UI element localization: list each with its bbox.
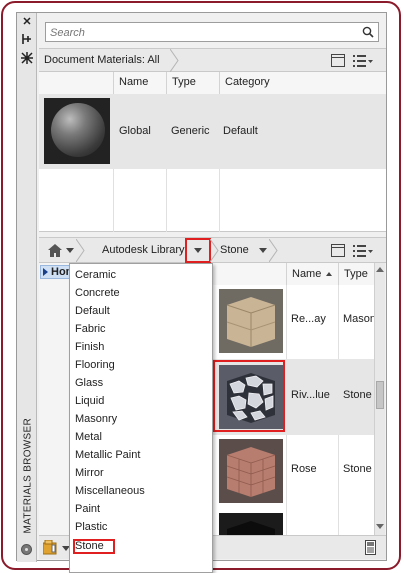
table-row[interactable]: Global Generic Default <box>39 94 386 169</box>
library-scrollbar[interactable] <box>374 263 385 535</box>
menu-item-miscellaneous[interactable]: Miscellaneous <box>75 482 145 500</box>
list-options-icon[interactable] <box>353 54 373 68</box>
menu-item-concrete[interactable]: Concrete <box>75 284 120 302</box>
crumb-separator-icon <box>269 239 278 262</box>
library-dropdown-icon[interactable] <box>194 248 202 253</box>
settings-icon[interactable] <box>21 544 32 555</box>
material-swatch-river-stone <box>219 365 283 429</box>
material-swatch-tan-block <box>219 289 283 353</box>
menu-item-metallic-paint[interactable]: Metallic Paint <box>75 446 140 464</box>
material-swatch-rose-brick <box>219 439 283 503</box>
breadcrumb-autodesk-library[interactable]: Autodesk Library <box>102 244 185 256</box>
table-row-selected[interactable]: Riv...lue Stone <box>210 359 374 435</box>
menu-item-masonry[interactable]: Masonry <box>75 410 117 428</box>
menu-item-paint[interactable]: Paint <box>75 500 100 518</box>
library-materials-table: Name Type Re...ay Mason Riv...lue Stone … <box>210 263 374 535</box>
document-materials-table: Name Type Category Global Generic Defaul… <box>39 72 386 232</box>
stone-dropdown-icon[interactable] <box>259 248 267 253</box>
document-breadcrumb[interactable]: Document Materials: All <box>44 54 160 66</box>
close-icon[interactable]: ✕ <box>20 15 34 29</box>
material-type: Stone <box>343 463 372 475</box>
palette-title: MATERIALS BROWSER <box>22 418 34 534</box>
search-icon[interactable] <box>362 26 374 38</box>
table-row[interactable]: Rose Stone <box>210 435 374 509</box>
search-box[interactable] <box>45 22 379 42</box>
scroll-down-icon[interactable] <box>376 524 384 529</box>
scroll-up-icon[interactable] <box>376 267 384 272</box>
material-type: Generic <box>171 125 210 137</box>
column-header-type[interactable]: Type <box>338 263 374 285</box>
table-row[interactable] <box>210 509 374 535</box>
material-type: Stone <box>343 389 372 401</box>
library-list-options-icon[interactable] <box>353 244 373 258</box>
swatch-column-header <box>39 72 113 94</box>
material-name: Global <box>119 125 151 137</box>
home-dropdown-icon[interactable] <box>66 248 74 253</box>
material-swatch-sphere <box>44 98 110 164</box>
crumb-separator-icon <box>76 239 85 262</box>
library-bar: Autodesk Library Stone <box>39 237 386 263</box>
menu-item-stone[interactable]: Stone <box>75 537 104 555</box>
menu-item-finish[interactable]: Finish <box>75 338 104 356</box>
properties-icon[interactable] <box>20 52 34 66</box>
breadcrumb-stone[interactable]: Stone <box>220 244 249 256</box>
materials-browser-palette: ✕ MATERIALS BROWSER Document Materials: … <box>16 12 387 573</box>
material-name: Re...ay <box>291 313 326 325</box>
menu-item-default[interactable]: Default <box>75 302 110 320</box>
material-category: Default <box>223 125 258 137</box>
material-swatch-dark-block <box>219 513 283 535</box>
menu-item-plastic[interactable]: Plastic <box>75 518 107 536</box>
home-icon[interactable] <box>48 244 62 257</box>
menu-item-fabric[interactable]: Fabric <box>75 320 106 338</box>
pin-icon[interactable] <box>20 33 34 47</box>
sort-ascending-icon <box>326 272 332 276</box>
menu-item-glass[interactable]: Glass <box>75 374 103 392</box>
menu-item-liquid[interactable]: Liquid <box>75 392 104 410</box>
column-header-name-label: Name <box>292 268 322 280</box>
category-dropdown-menu: Ceramic Concrete Default Fabric Finish F… <box>69 263 213 573</box>
library-manage-icon[interactable] <box>43 540 59 555</box>
column-header-name[interactable]: Name <box>113 72 166 94</box>
material-type: Mason <box>343 313 374 325</box>
crumb-separator-icon <box>210 239 219 262</box>
library-tree: Home <box>39 263 73 535</box>
menu-item-mirror[interactable]: Mirror <box>75 464 104 482</box>
detail-panel-icon[interactable] <box>365 540 376 555</box>
menu-item-metal[interactable]: Metal <box>75 428 102 446</box>
column-header-category[interactable]: Category <box>219 72 386 94</box>
material-name: Rose <box>291 463 317 475</box>
document-materials-bar: Document Materials: All <box>39 48 386 72</box>
column-header-name[interactable]: Name <box>286 263 338 285</box>
swatch-column-header <box>210 263 286 285</box>
search-input[interactable] <box>50 25 350 40</box>
view-toggle-icon[interactable] <box>331 54 345 67</box>
palette-titlebar: ✕ MATERIALS BROWSER <box>17 13 37 562</box>
material-name: Riv...lue <box>291 389 330 401</box>
menu-item-ceramic[interactable]: Ceramic <box>75 266 116 284</box>
menu-item-flooring[interactable]: Flooring <box>75 356 115 374</box>
library-view-toggle-icon[interactable] <box>331 244 345 257</box>
scrollbar-thumb[interactable] <box>376 381 384 409</box>
column-header-type[interactable]: Type <box>166 72 219 94</box>
crumb-separator-icon <box>170 49 179 72</box>
table-row[interactable]: Re...ay Mason <box>210 285 374 359</box>
